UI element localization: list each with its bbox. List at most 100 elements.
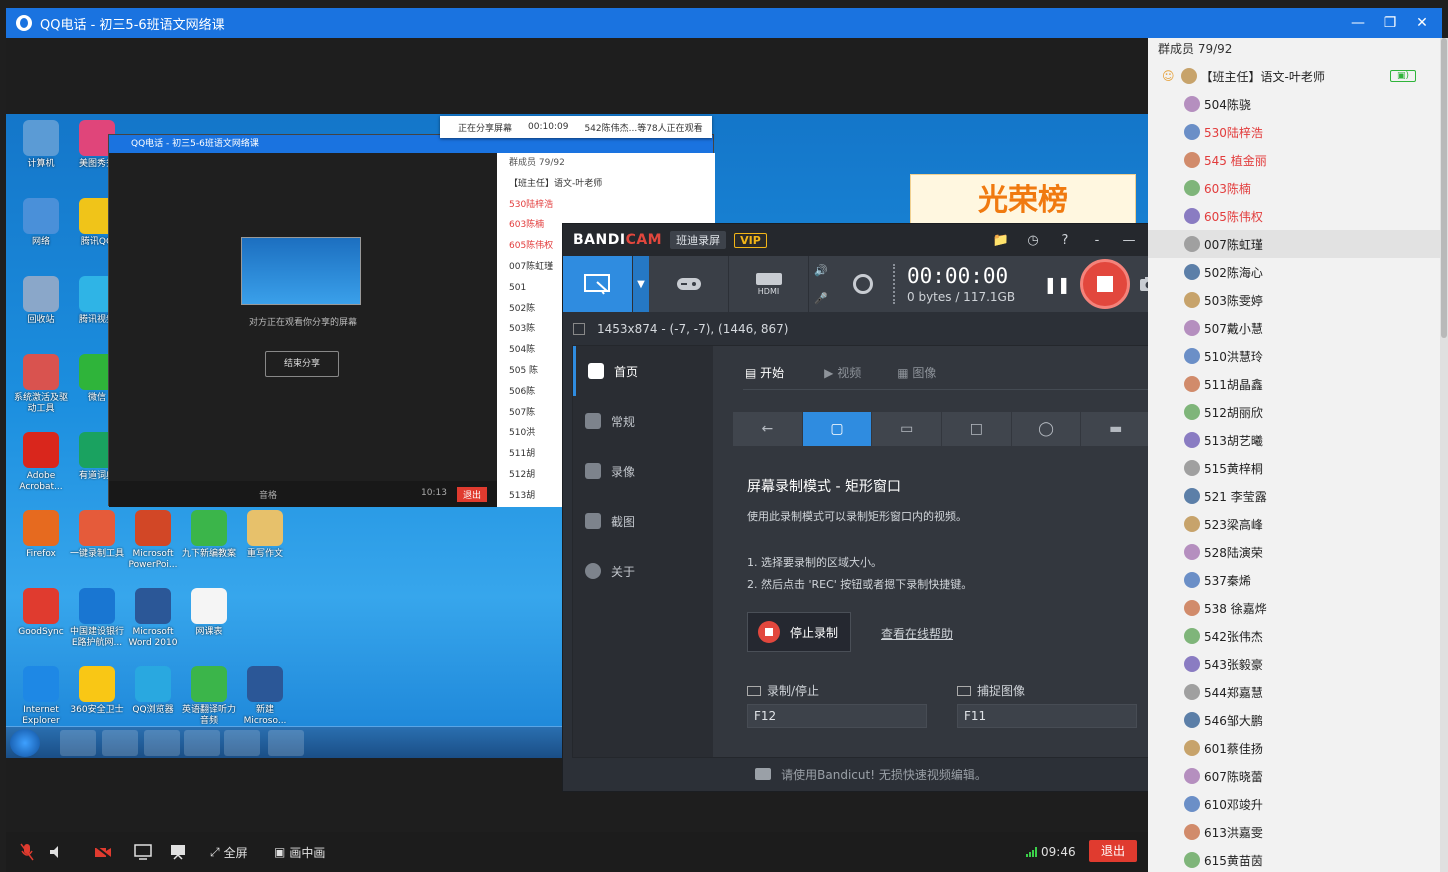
bandicam-tabs: ▤ 开始 ▶ 视频 ▦ 图像 (743, 364, 1153, 390)
whiteboard-icon[interactable] (170, 842, 186, 862)
member-row[interactable]: ☺ 【班主任】语文-叶老师 ▣) (1148, 62, 1440, 90)
member-name: 504陈骁 (1204, 97, 1251, 112)
member-row[interactable]: 521 李莹露 (1148, 482, 1440, 510)
member-row[interactable]: 615黄苗茵 (1148, 846, 1440, 872)
member-row[interactable]: 503陈雯婷 (1148, 286, 1440, 314)
tab-image[interactable]: ▦ 图像 (895, 364, 936, 389)
tab-video[interactable]: ▶ 视频 (822, 364, 861, 389)
speaker-icon[interactable] (48, 842, 64, 862)
help-icon[interactable]: ? (1051, 233, 1079, 248)
speaker-icon[interactable]: 🔊 (814, 264, 828, 277)
fullscreen-button[interactable]: ⤢ 全屏 (210, 842, 248, 862)
bandicam-main: ▤ 开始 ▶ 视频 ▦ 图像 ← ▢ ▭ □ ◯ ▬ 屏幕录制模式 - 矩形窗口… (713, 346, 1169, 757)
member-row[interactable]: 607陈晓蕾 (1148, 762, 1440, 790)
member-row[interactable]: 542张伟杰 (1148, 622, 1440, 650)
clock-icon[interactable]: ◷ (1019, 233, 1047, 248)
stop-record-button[interactable] (1077, 256, 1133, 312)
minimize-icon[interactable]: — (1115, 233, 1143, 248)
member-name: 528陆演荣 (1204, 545, 1263, 560)
avatar (1184, 320, 1200, 336)
hotkey-record-field[interactable]: F12 (747, 704, 927, 728)
sidebar-item-about[interactable]: 关于 (573, 546, 713, 596)
member-name: 544郑嘉慧 (1204, 685, 1263, 700)
mode-hdmi-icon[interactable]: ▬ (1081, 412, 1152, 446)
member-row[interactable]: 007陈虹瑾 (1148, 230, 1440, 258)
member-row[interactable]: 504陈骁 (1148, 90, 1440, 118)
member-name: 511胡晶鑫 (1204, 377, 1263, 392)
mode-dropdown-icon[interactable]: ▼ (633, 256, 649, 312)
member-scrollbar[interactable] (1440, 38, 1448, 872)
scrollbar-thumb[interactable] (1441, 38, 1447, 338)
bandicam-title-bar: BANDICAM 班迪录屏 VIP 📁 ◷ ? - — ✕ (563, 224, 1179, 256)
member-row[interactable]: 605陈伟权 (1148, 202, 1440, 230)
restore-icon[interactable]: ❐ (1376, 15, 1404, 31)
avatar (1184, 124, 1200, 140)
sidebar-item-video[interactable]: 录像 (573, 446, 713, 496)
member-row[interactable]: 543张毅豪 (1148, 650, 1440, 678)
mode-fullscreen-icon[interactable]: ▭ (872, 412, 943, 446)
tab-start[interactable]: ▤ 开始 (743, 364, 784, 389)
member-row[interactable]: 544郑嘉慧 (1148, 678, 1440, 706)
mode-around-mouse-icon[interactable]: □ (942, 412, 1012, 446)
folder-icon[interactable]: 📁 (987, 233, 1015, 248)
window-title-bar: QQ电话 - 初三5-6班语文网络课 — ❐ ✕ (6, 8, 1442, 38)
app-icon (135, 510, 171, 546)
member-row[interactable]: 546邹大鹏 (1148, 706, 1440, 734)
member-row[interactable]: 507戴小慧 (1148, 314, 1440, 342)
member-row[interactable]: 513胡艺曦 (1148, 426, 1440, 454)
member-row[interactable]: 545 植金丽 (1148, 146, 1440, 174)
member-row[interactable]: 603陈楠 (1148, 174, 1440, 202)
mode-description: 使用此录制模式可以录制矩形窗口内的视频。 (747, 510, 967, 523)
mode-game-icon[interactable]: ◯ (1012, 412, 1082, 446)
app-icon (79, 666, 115, 702)
desktop-icon: Adobe Acrobat... (10, 432, 72, 493)
minimize-icon[interactable]: — (1344, 15, 1372, 31)
member-row[interactable]: 537秦烯 (1148, 566, 1440, 594)
app-icon (23, 198, 59, 234)
sidebar-item-screenshot[interactable]: 截图 (573, 496, 713, 546)
microphone-icon[interactable]: 🎤 (814, 292, 828, 305)
member-row[interactable]: 528陆演荣 (1148, 538, 1440, 566)
close-icon[interactable]: ✕ (1408, 15, 1436, 31)
bandicam-footer[interactable]: 请使用Bandicut! 无损快速视频编辑。 (563, 757, 1179, 791)
exit-call-button[interactable]: 退出 (1089, 840, 1137, 862)
hotkey-capture-label: 捕捉图像 (957, 682, 1025, 699)
member-row[interactable]: 510洪慧玲 (1148, 342, 1440, 370)
sidebar-item-home[interactable]: 首页 (573, 346, 713, 396)
mic-muted-icon[interactable] (20, 842, 34, 862)
hdmi-mode-button[interactable]: HDMI (729, 256, 809, 312)
member-row[interactable]: 511胡晶鑫 (1148, 370, 1440, 398)
desktop-icon: 中国建设银行 E路护航网... (66, 588, 128, 649)
pause-icon[interactable]: ❚❚ (1037, 256, 1077, 312)
member-row[interactable]: 610邓竣升 (1148, 790, 1440, 818)
size-checkbox[interactable] (573, 323, 585, 335)
member-row[interactable]: 601蔡佳扬 (1148, 734, 1440, 762)
sidebar-item-general[interactable]: 常规 (573, 396, 713, 446)
member-row[interactable]: 613洪嘉雯 (1148, 818, 1440, 846)
member-row[interactable]: 538 徐嘉烨 (1148, 594, 1440, 622)
member-row[interactable]: 523梁高峰 (1148, 510, 1440, 538)
back-arrow-icon[interactable]: ← (733, 412, 803, 446)
desktop-icon-label: 网课表 (195, 627, 223, 637)
online-help-link[interactable]: 查看在线帮助 (881, 625, 953, 642)
rectangle-mode-button[interactable] (563, 256, 633, 312)
mirrored-share-text: 对方正在观看你分享的屏幕 (248, 318, 357, 328)
mode-rectangle-icon[interactable]: ▢ (802, 412, 873, 446)
member-row[interactable]: 502陈海心 (1148, 258, 1440, 286)
stop-recording-button[interactable]: 停止录制 (747, 612, 851, 652)
member-name: 510洪慧玲 (1204, 349, 1263, 364)
member-row[interactable]: 515黄梓桐 (1148, 454, 1440, 482)
screen-share-icon[interactable] (134, 842, 152, 862)
hotkey-capture-field[interactable]: F11 (957, 704, 1137, 728)
camera-off-icon[interactable] (94, 842, 112, 862)
minimize-small-icon[interactable]: - (1083, 233, 1111, 248)
avatar (1184, 488, 1200, 504)
member-list-panel: 群成员 79/92 ☺ 【班主任】语文-叶老师 ▣) 504陈骁 530陆梓浩 545 植… (1148, 38, 1440, 872)
member-row[interactable]: 530陆梓浩 (1148, 118, 1440, 146)
webcam-toggle[interactable] (833, 256, 893, 312)
game-mode-button[interactable] (649, 256, 729, 312)
pip-button[interactable]: ▣ 画中画 (274, 842, 325, 862)
avatar (1184, 96, 1200, 112)
member-row[interactable]: 512胡丽欣 (1148, 398, 1440, 426)
screenshot-icon (585, 513, 601, 529)
